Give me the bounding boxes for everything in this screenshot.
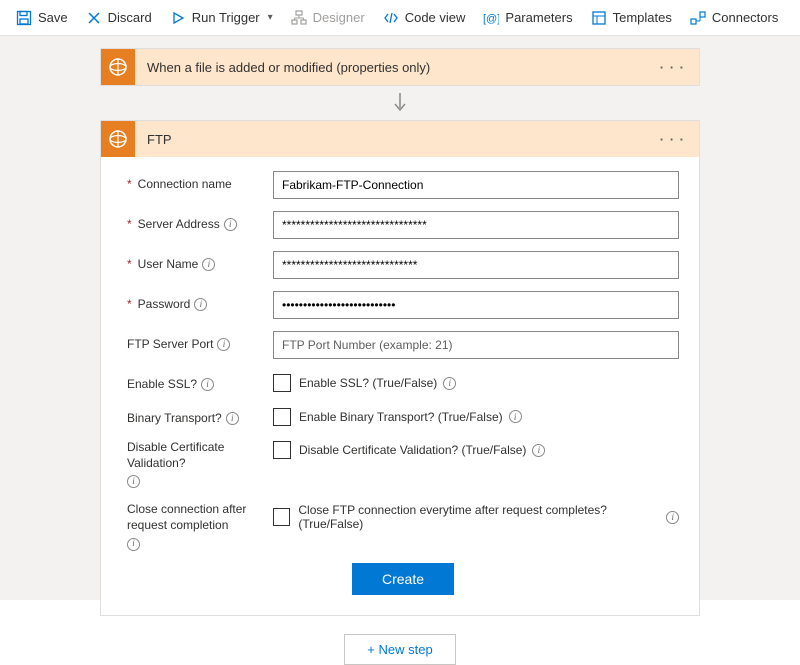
ftp-connector-icon: [101, 49, 135, 85]
binary-transport-checkbox[interactable]: [273, 408, 291, 426]
parameters-button[interactable]: [@] Parameters: [475, 6, 580, 30]
parameters-label: Parameters: [505, 10, 572, 25]
trigger-card[interactable]: When a file is added or modified (proper…: [100, 48, 700, 86]
connectors-icon: [690, 10, 706, 26]
templates-button[interactable]: Templates: [583, 6, 680, 30]
code-view-label: Code view: [405, 10, 466, 25]
designer-canvas: When a file is added or modified (proper…: [0, 36, 800, 600]
save-label: Save: [38, 10, 68, 25]
chevron-down-icon: ▾: [268, 12, 273, 23]
user-name-input[interactable]: [273, 251, 679, 279]
connection-name-label: *Connection name: [127, 171, 273, 193]
disable-cert-check-label: Disable Certificate Validation? (True/Fa…: [299, 443, 545, 457]
action-header[interactable]: FTP · · ·: [101, 121, 699, 157]
password-input[interactable]: [273, 291, 679, 319]
ftp-connector-icon: [101, 121, 135, 157]
info-icon[interactable]: i: [443, 377, 456, 390]
info-icon[interactable]: i: [666, 511, 679, 524]
action-body: *Connection name *Server Addressi *User …: [101, 157, 699, 615]
info-icon[interactable]: i: [217, 338, 230, 351]
connectors-label: Connectors: [712, 10, 778, 25]
info-icon[interactable]: i: [509, 410, 522, 423]
close-conn-checkbox[interactable]: [273, 508, 290, 526]
password-label: *Passwordi: [127, 291, 273, 313]
save-button[interactable]: Save: [8, 6, 76, 30]
trigger-title: When a file is added or modified (proper…: [135, 60, 656, 75]
trigger-header: When a file is added or modified (proper…: [101, 49, 699, 85]
server-address-label: *Server Addressi: [127, 211, 273, 233]
connectors-button[interactable]: Connectors: [682, 6, 786, 30]
run-trigger-label: Run Trigger: [192, 10, 260, 25]
close-conn-label: Close connection after request completio…: [127, 500, 273, 550]
ftp-port-input[interactable]: [273, 331, 679, 359]
action-card: FTP · · · *Connection name *Server Addre…: [100, 120, 700, 616]
discard-icon: [86, 10, 102, 26]
info-icon[interactable]: i: [202, 258, 215, 271]
discard-label: Discard: [108, 10, 152, 25]
designer-button[interactable]: Designer: [283, 6, 373, 30]
disable-cert-checkbox[interactable]: [273, 441, 291, 459]
designer-label: Designer: [313, 10, 365, 25]
discard-button[interactable]: Discard: [78, 6, 160, 30]
run-trigger-button[interactable]: Run Trigger ▾: [162, 6, 281, 30]
code-icon: [383, 10, 399, 26]
save-icon: [16, 10, 32, 26]
info-icon[interactable]: i: [224, 218, 237, 231]
disable-cert-label: Disable Certificate Validation?i: [127, 438, 273, 488]
close-conn-check-label: Close FTP connection everytime after req…: [298, 503, 679, 531]
info-icon[interactable]: i: [201, 378, 214, 391]
flow-arrow-icon: [390, 92, 410, 114]
play-icon: [170, 10, 186, 26]
info-icon[interactable]: i: [226, 412, 239, 425]
info-icon[interactable]: i: [532, 444, 545, 457]
binary-transport-label: Binary Transport?i: [127, 405, 273, 427]
server-address-input[interactable]: [273, 211, 679, 239]
enable-ssl-label: Enable SSL?i: [127, 371, 273, 393]
connection-name-input[interactable]: [273, 171, 679, 199]
action-title: FTP: [135, 132, 656, 147]
new-step-button[interactable]: + New step: [344, 634, 455, 665]
binary-transport-check-label: Enable Binary Transport? (True/False)i: [299, 410, 522, 424]
enable-ssl-check-label: Enable SSL? (True/False)i: [299, 376, 456, 390]
user-name-label: *User Namei: [127, 251, 273, 273]
trigger-more-button[interactable]: · · ·: [656, 60, 689, 75]
ftp-port-label: FTP Server Porti: [127, 331, 273, 353]
code-view-button[interactable]: Code view: [375, 6, 474, 30]
action-more-button[interactable]: · · ·: [656, 132, 689, 147]
toolbar: Save Discard Run Trigger ▾ Designer Code…: [0, 0, 800, 36]
svg-text:[@]: [@]: [483, 13, 499, 25]
info-icon[interactable]: i: [194, 298, 207, 311]
create-button[interactable]: Create: [352, 563, 454, 595]
parameters-icon: [@]: [483, 10, 499, 26]
templates-icon: [591, 10, 607, 26]
info-icon[interactable]: i: [127, 538, 140, 551]
enable-ssl-checkbox[interactable]: [273, 374, 291, 392]
info-icon[interactable]: i: [127, 475, 140, 488]
templates-label: Templates: [613, 10, 672, 25]
designer-icon: [291, 10, 307, 26]
